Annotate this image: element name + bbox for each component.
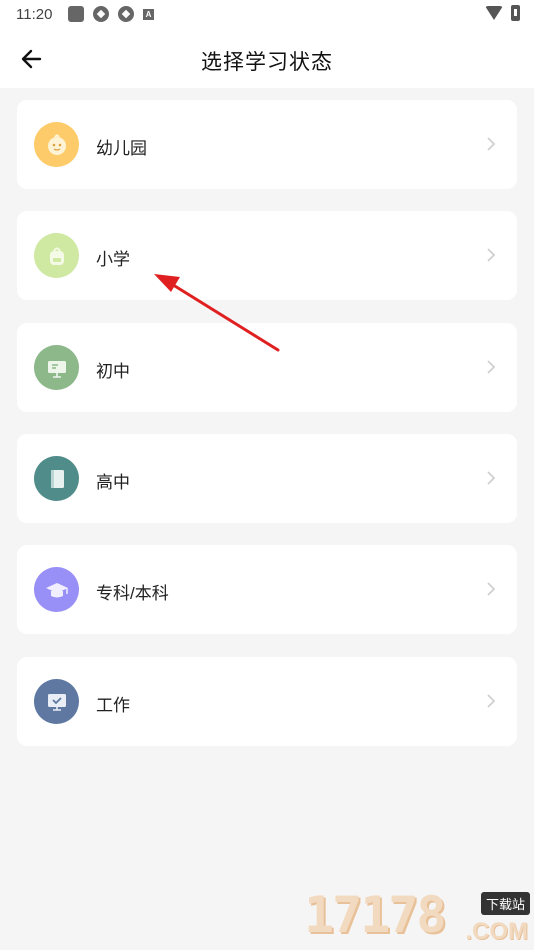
app-header: 选择学习状态	[0, 30, 534, 88]
watermark-suffix: .COM	[465, 918, 528, 945]
option-senior-high[interactable]: 高中	[17, 434, 517, 523]
status-left-icons: A	[68, 6, 154, 22]
option-junior-high[interactable]: 初中	[17, 323, 517, 412]
watermark-logo: 17178 下载站 .COM	[304, 886, 534, 950]
chevron-right-icon	[487, 137, 496, 151]
baby-face-icon	[34, 122, 79, 167]
wifi-icon	[485, 6, 503, 20]
option-label: 小学	[96, 250, 130, 269]
aperture-icon	[118, 6, 134, 22]
status-right-icons	[485, 5, 520, 21]
status-time: 11:20	[16, 6, 53, 23]
option-work[interactable]: 工作	[17, 657, 517, 746]
a-icon: A	[143, 8, 154, 20]
aperture-icon	[93, 6, 109, 22]
option-kindergarten[interactable]: 幼儿园	[17, 100, 517, 189]
square-icon	[68, 6, 84, 22]
chevron-right-icon	[487, 360, 496, 374]
status-bar: 11:20 A	[0, 0, 534, 30]
chevron-right-icon	[487, 694, 496, 708]
option-primary-school[interactable]: 小学	[17, 211, 517, 300]
option-label: 专科/本科	[96, 584, 169, 603]
graduation-cap-icon	[34, 567, 79, 612]
chevron-right-icon	[487, 471, 496, 485]
watermark-badge: 下载站	[480, 892, 530, 915]
chevron-right-icon	[487, 582, 496, 596]
option-label: 工作	[96, 696, 130, 715]
page-title: 选择学习状态	[201, 51, 333, 74]
backpack-icon	[34, 233, 79, 278]
book-icon	[34, 456, 79, 501]
board-icon	[34, 345, 79, 390]
option-college[interactable]: 专科/本科	[17, 545, 517, 634]
option-label: 高中	[96, 473, 130, 492]
watermark-digits: 17178	[304, 886, 447, 944]
option-label: 幼儿园	[96, 139, 147, 158]
chevron-right-icon	[487, 248, 496, 262]
option-label: 初中	[96, 362, 130, 381]
battery-icon	[511, 5, 520, 21]
monitor-check-icon	[34, 679, 79, 724]
